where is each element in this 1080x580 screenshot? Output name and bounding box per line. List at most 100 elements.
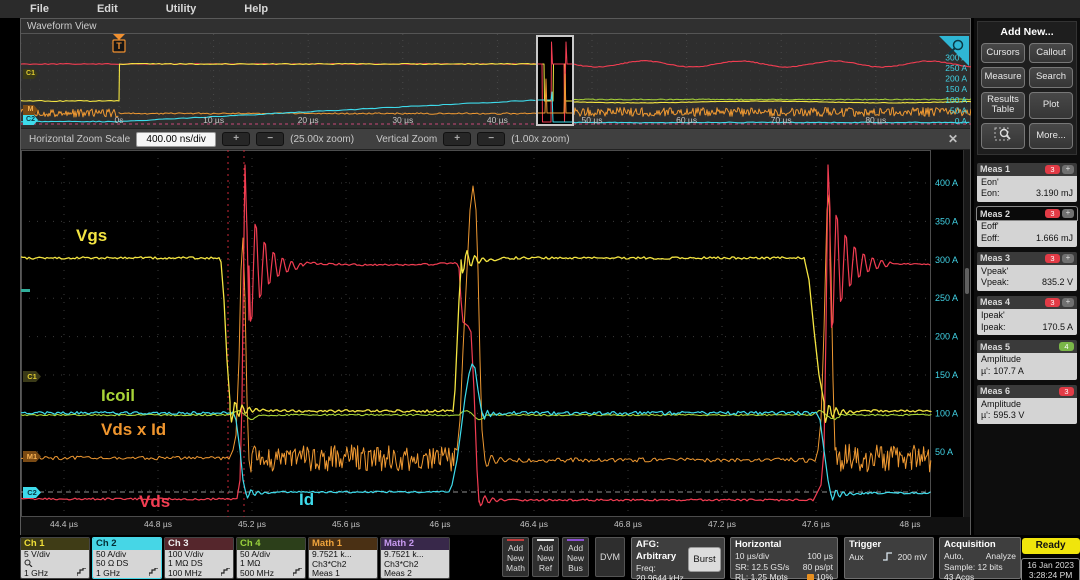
math1-scale: 9.7521 k...	[312, 550, 352, 559]
menu-help[interactable]: Help	[244, 3, 268, 15]
horizontal-panel[interactable]: Horizontal 10 µs/div100 µs SR: 12.5 GS/s…	[730, 537, 838, 579]
svg-text:40 µs: 40 µs	[487, 115, 508, 125]
meas-2-add-icon[interactable]: +	[1062, 209, 1074, 218]
svg-text:80 µs: 80 µs	[865, 115, 886, 125]
meas-1-label: Meas 1	[980, 164, 1010, 174]
math2-scale: 9.7521 k...	[384, 550, 424, 559]
id-trace-label: Id	[299, 490, 314, 510]
acquisition-panel[interactable]: Acquisition Auto,Analyze Sample: 12 bits…	[939, 537, 1021, 579]
math1-meas-ref: Meas 1	[312, 569, 340, 578]
close-zoom-icon[interactable]: ✕	[948, 132, 962, 146]
time-tick-label: 47.6 µs	[791, 519, 841, 529]
meas-4-label: Meas 4	[980, 297, 1010, 307]
meas-4-chip[interactable]: Meas 4 3+ Ipeak' Ipeak:170.5 A	[977, 296, 1077, 335]
trigger-level: 200 mV	[898, 552, 927, 563]
callout-button[interactable]: Callout	[1029, 43, 1073, 63]
dvm-button[interactable]: DVM	[595, 537, 625, 577]
acq-mode: Auto,	[944, 551, 964, 562]
plot-button[interactable]: Plot	[1029, 92, 1073, 119]
time-tick-label: 44.4 µs	[39, 519, 89, 529]
cursors-button[interactable]: Cursors	[981, 43, 1025, 63]
more-button[interactable]: More...	[1029, 123, 1073, 149]
measure-button[interactable]: Measure	[981, 67, 1025, 87]
add-new-title: Add New...	[981, 26, 1073, 38]
scrollbar-handle[interactable]	[965, 268, 969, 294]
zoomed-waveform-view[interactable]: 400 A350 A300 A250 A200 A150 A100 A50 A …	[21, 150, 970, 517]
search-button[interactable]: Search	[1029, 67, 1073, 87]
time-tick-label: 46.8 µs	[603, 519, 653, 529]
bandwidth-icon	[221, 568, 230, 578]
ch3-bandwidth: 100 MHz	[168, 569, 202, 578]
bandwidth-icon	[77, 568, 86, 578]
vzoom-decrease-button[interactable]: −	[477, 132, 505, 146]
add-new-math-button[interactable]: Add New Math	[502, 537, 529, 577]
meas-6-chip[interactable]: Meas 6 3 Amplitude µ':595.3 V	[977, 385, 1077, 424]
right-panel: Add New... Cursors Callout Measure Searc…	[974, 18, 1080, 535]
zoom-annotation-button[interactable]	[981, 123, 1025, 149]
hzoom-decrease-button[interactable]: −	[256, 132, 284, 146]
ch2-termination: 50 Ω DS	[96, 559, 128, 568]
date-text: 16 Jan 2023	[1027, 560, 1074, 570]
ch4-bandwidth: 500 MHz	[240, 569, 274, 578]
svg-text:0s: 0s	[115, 115, 124, 125]
trigger-source: Aux	[849, 552, 864, 563]
acq-count: 43 Acqs	[944, 572, 1016, 580]
meas-2-chip[interactable]: Meas 2 3+ Eoff' Eoff:1.666 mJ	[977, 207, 1077, 246]
trigger-panel[interactable]: Trigger Aux 200 mV	[844, 537, 934, 579]
menu-utility[interactable]: Utility	[166, 3, 197, 15]
svg-text:350 A: 350 A	[935, 216, 958, 226]
meas-5-value: 107.7 A	[993, 366, 1024, 378]
ch1-scale: 5 V/div	[24, 550, 50, 559]
ch2-bandwidth: 1 GHz	[96, 569, 120, 578]
ready-status-badge[interactable]: Ready	[1022, 538, 1080, 554]
meas-6-label: Meas 6	[980, 386, 1010, 396]
meas-5-chip[interactable]: Meas 5 4 Amplitude µ':107.7 A	[977, 340, 1077, 379]
meas-1-title: Eon'	[981, 177, 1073, 189]
math-1-badge[interactable]: Math 1 9.7521 k... Ch3*Ch2 Meas 1	[308, 537, 378, 579]
channel-1-badge[interactable]: Ch 1 5 V/div 1 GHz	[20, 537, 90, 579]
waveform-overview[interactable]: 0s10 µs20 µs30 µs40 µs50 µs60 µs70 µs80 …	[21, 34, 970, 128]
svg-text:0 A: 0 A	[955, 116, 968, 126]
svg-text:T: T	[116, 41, 122, 51]
probe-icon	[24, 559, 33, 569]
rising-edge-icon	[882, 551, 894, 565]
channel-3-badge[interactable]: Ch 3 100 V/div 1 MΩ DS 100 MHz	[164, 537, 234, 579]
channel-4-badge[interactable]: Ch 4 50 A/div 1 MΩ 500 MHz	[236, 537, 306, 579]
add-new-section: Add New... Cursors Callout Measure Searc…	[977, 21, 1077, 155]
hzoom-increase-button[interactable]: +	[222, 132, 250, 146]
meas-4-add-icon[interactable]: +	[1062, 298, 1074, 307]
horizontal-scale: 10 µs/div	[735, 551, 769, 562]
meas-3-value: 835.2 V	[1042, 277, 1073, 289]
meas-6-value: 595.3 V	[993, 410, 1024, 422]
add-new-bus-button[interactable]: Add New Bus	[562, 537, 589, 577]
svg-text:250 A: 250 A	[935, 293, 958, 303]
zoom-scale-input[interactable]: 400.00 ns/div	[136, 132, 216, 147]
math-2-badge[interactable]: Math 2 9.7521 k... Ch3*Ch2 Meas 2	[380, 537, 450, 579]
meas-1-chip[interactable]: Meas 1 3+ Eon' Eon:3.190 mJ	[977, 163, 1077, 202]
meas-3-chip[interactable]: Meas 3 3+ Vpeak' Vpeak:835.2 V	[977, 252, 1077, 291]
meas-1-add-icon[interactable]: +	[1062, 165, 1074, 174]
add-new-ref-button[interactable]: Add New Ref	[532, 537, 559, 577]
channel-2-badge[interactable]: Ch 2 50 A/div 50 Ω DS 1 GHz	[92, 537, 162, 579]
meas-4-value: 170.5 A	[1042, 322, 1073, 334]
svg-text:100 A: 100 A	[935, 408, 958, 418]
meas-4-title: Ipeak'	[981, 310, 1073, 322]
menu-edit[interactable]: Edit	[97, 3, 118, 15]
svg-text:200 A: 200 A	[935, 332, 958, 342]
time-tick-label: 44.8 µs	[133, 519, 183, 529]
meas-3-label: Meas 3	[980, 253, 1010, 263]
menu-file[interactable]: File	[30, 3, 49, 15]
magnifier-select-icon	[994, 126, 1012, 145]
meas-2-source-badge: 3	[1045, 209, 1060, 218]
svg-text:60 µs: 60 µs	[676, 115, 697, 125]
vzoom-increase-button[interactable]: +	[443, 132, 471, 146]
afg-panel[interactable]: AFG: Arbitrary Freq: 20.9644 kHz Amp: 5 …	[631, 537, 725, 579]
status-cluster: Ready 16 Jan 2023 3:28:24 PM	[1021, 537, 1080, 580]
results-table-button[interactable]: Results Table	[981, 92, 1025, 119]
meas-3-add-icon[interactable]: +	[1062, 254, 1074, 263]
burst-button[interactable]: Burst	[688, 547, 721, 572]
meas-1-source-badge: 3	[1045, 165, 1060, 174]
vertical-scrollbar[interactable]	[963, 150, 970, 517]
ch3-termination: 1 MΩ DS	[168, 559, 203, 568]
meas-2-value: 1.666 mJ	[1036, 233, 1073, 245]
